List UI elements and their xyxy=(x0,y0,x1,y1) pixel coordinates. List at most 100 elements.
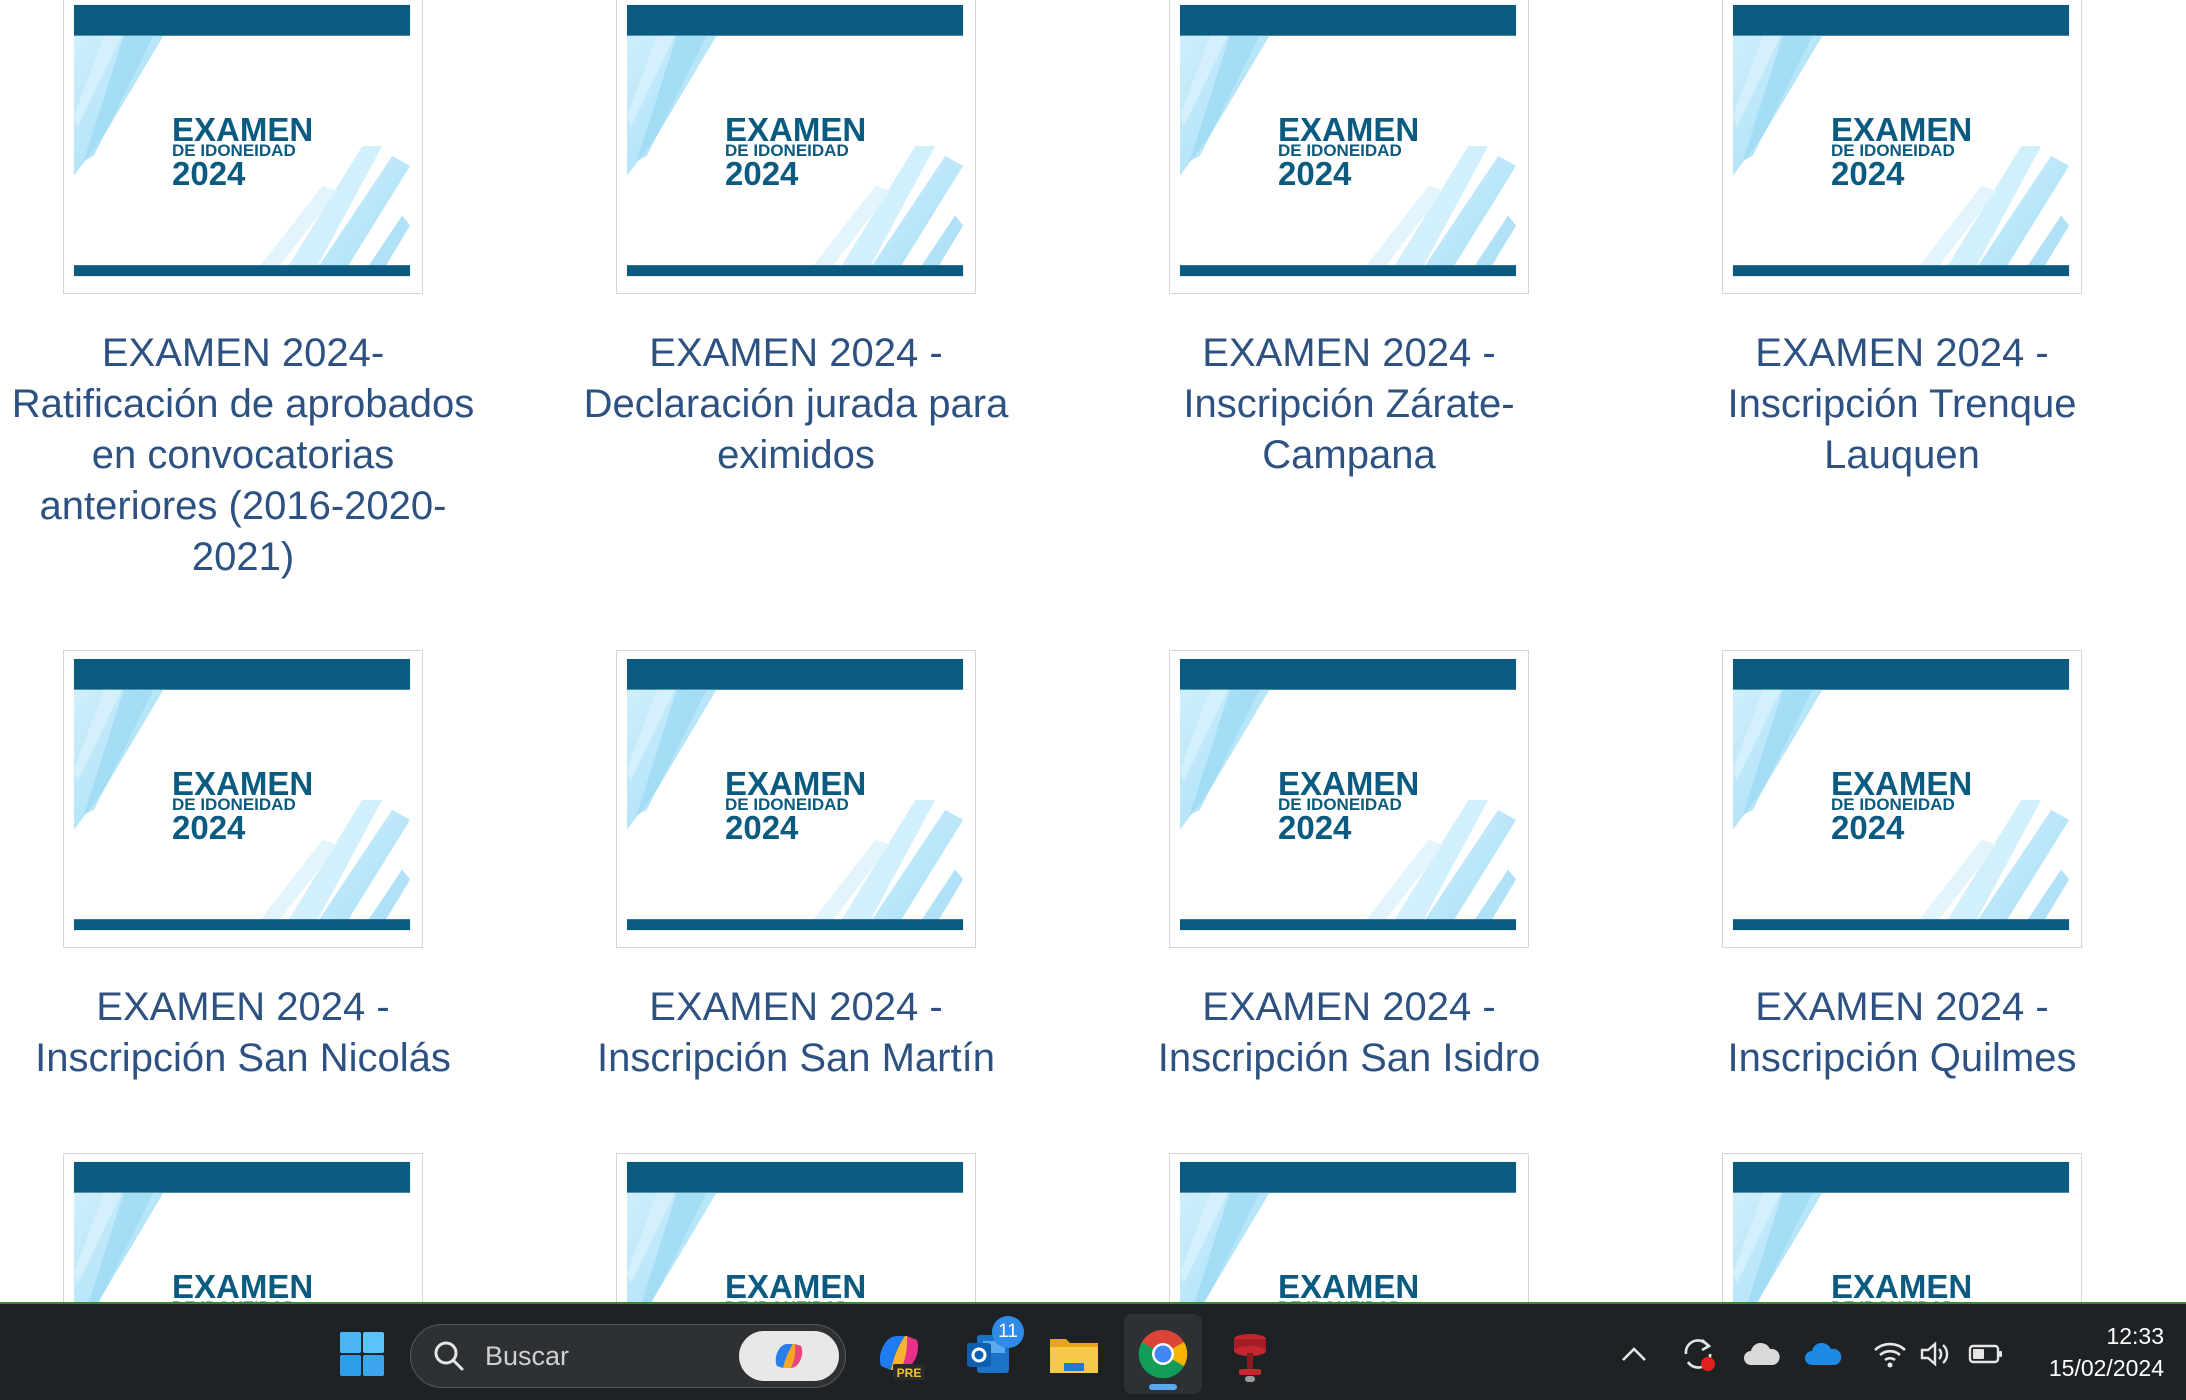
thumb-year: 2024 xyxy=(725,155,799,192)
volume-icon xyxy=(1920,1341,1949,1367)
clock-date: 15/02/2024 xyxy=(2048,1355,2164,1381)
card-title-link[interactable]: EXAMEN 2024 - Inscripción San Isidro xyxy=(1106,982,1592,1084)
thumb-top-band xyxy=(626,658,964,690)
card-title-line: EXAMEN 2024 - xyxy=(1202,985,1496,1029)
taskbar: Buscar PRE 11 12:33 15/02/2024 xyxy=(0,1302,2186,1400)
copilot-pre-icon: PRE xyxy=(879,1336,925,1380)
thumb-top-band xyxy=(626,4,964,36)
thumb-bottom-band xyxy=(1179,265,1517,277)
card-thumbnail[interactable]: EXAMENDE IDONEIDAD2024 xyxy=(63,650,423,948)
card-title-line: EXAMEN 2024 - xyxy=(96,985,390,1029)
card-title-link[interactable]: EXAMEN 2024- Ratificación de aprobados en … xyxy=(0,328,486,583)
page: EXAMEN DE IDONEIDAD 2024 EXAMEN 2024- Ratifi… xyxy=(0,0,2186,1400)
copilot-pre-button[interactable]: PRE xyxy=(864,1322,934,1386)
card-title-link[interactable]: EXAMEN 2024 - Inscripción Quilmes xyxy=(1659,982,2145,1084)
card-thumbnail[interactable]: EXAMENDE IDONEIDAD2024 xyxy=(1722,650,2082,948)
thumb-bottom-band xyxy=(1179,919,1517,931)
thumb-top-band xyxy=(1179,4,1517,36)
thumb-year: 2024 xyxy=(1831,155,1905,192)
card-title-link[interactable]: EXAMEN 2024 - Inscripción San Martín xyxy=(553,982,1039,1084)
card-title-line: Campana xyxy=(1262,433,1436,477)
card-thumbnail[interactable]: EXAMENDE IDONEIDAD2024 xyxy=(1169,0,1529,294)
card-title-line: Inscripción Quilmes xyxy=(1727,1036,2077,1080)
thumb-top-band xyxy=(1732,658,2070,690)
thumb-year: 2024 xyxy=(725,809,799,846)
clock-time: 12:33 xyxy=(2106,1323,2164,1349)
thumb-top-band xyxy=(626,1161,964,1193)
copilot-button[interactable] xyxy=(739,1331,839,1381)
outlook-button[interactable]: 11 xyxy=(956,1316,1024,1386)
thumb-year: 2024 xyxy=(172,155,246,192)
onedrive-button[interactable] xyxy=(1802,1330,1846,1378)
card-title-line: Inscripción San Isidro xyxy=(1157,1036,1541,1080)
chevron-up-icon xyxy=(1622,1347,1646,1361)
card-title-line: Inscripción Trenque xyxy=(1727,382,2077,426)
thumb-bottom-band xyxy=(1732,919,2070,931)
gavel-app-button[interactable] xyxy=(1218,1322,1282,1386)
thumb-year: 2024 xyxy=(1278,155,1352,192)
card-title-line: anteriores (2016-2020- xyxy=(39,484,447,528)
card-title-link[interactable]: EXAMEN 2024 - Declaración jurada para exim… xyxy=(553,328,1039,481)
sync-icon xyxy=(1684,1339,1715,1371)
thumb-top-band xyxy=(1732,4,2070,36)
card-thumbnail[interactable]: EXAMENDE IDONEIDAD2024 xyxy=(63,0,423,294)
file-explorer-button[interactable] xyxy=(1042,1322,1106,1386)
search-icon xyxy=(434,1341,464,1371)
onedrive-icon xyxy=(1805,1342,1842,1365)
network-button[interactable] xyxy=(1870,1332,1910,1376)
thumb-bottom-band xyxy=(73,919,411,931)
card-title-line: EXAMEN 2024 - xyxy=(1755,985,2049,1029)
card-title-line: EXAMEN 2024 - xyxy=(1202,331,1496,375)
show-hidden-icons-button[interactable] xyxy=(1614,1332,1654,1376)
card-title-line: Inscripción San Martín xyxy=(597,1036,995,1080)
chrome-icon xyxy=(1138,1329,1188,1379)
battery-button[interactable] xyxy=(1964,1332,2008,1376)
card-title-line: Declaración jurada para xyxy=(583,382,1009,426)
start-button[interactable] xyxy=(330,1322,394,1386)
thumb-top-band xyxy=(73,4,411,36)
card-title-line: 2021) xyxy=(191,535,295,579)
taskbar-clock[interactable]: 12:33 15/02/2024 xyxy=(2024,1320,2164,1384)
thumb-bottom-band xyxy=(1732,265,2070,277)
card-title-line: Ratificación de aprobados xyxy=(11,382,475,426)
sync-status-button[interactable] xyxy=(1676,1330,1720,1378)
card-title-link[interactable]: EXAMEN 2024 - Inscripción San Nicolás xyxy=(0,982,486,1084)
card-title-line: Lauquen xyxy=(1824,433,1980,477)
taskbar-search[interactable]: Buscar xyxy=(410,1324,846,1388)
card-title-line: Inscripción San Nicolás xyxy=(35,1036,451,1080)
card-title-link[interactable]: EXAMEN 2024 - Inscripción Zárate- Campana xyxy=(1106,328,1592,481)
card-title-line: eximidos xyxy=(717,433,875,477)
card-thumbnail[interactable]: EXAMENDE IDONEIDAD2024 xyxy=(616,650,976,948)
windows-start-icon xyxy=(340,1332,384,1376)
card-title-line: Inscripción Zárate- xyxy=(1183,382,1515,426)
wifi-icon xyxy=(1874,1342,1906,1368)
card-title-link[interactable]: EXAMEN 2024 - Inscripción Trenque Lauquen xyxy=(1659,328,2145,481)
thumb-year: 2024 xyxy=(1831,809,1905,846)
chrome-active-indicator xyxy=(1149,1384,1177,1390)
thumb-bottom-band xyxy=(626,265,964,277)
cloud-icon xyxy=(1744,1342,1780,1365)
thumb-top-band xyxy=(73,658,411,690)
thumb-top-band xyxy=(1179,1161,1517,1193)
battery-icon xyxy=(1968,1344,2002,1364)
gavel-app-icon xyxy=(1234,1334,1266,1375)
copilot-icon xyxy=(775,1344,803,1368)
thumb-top-band xyxy=(1179,658,1517,690)
card-thumbnail[interactable]: EXAMENDE IDONEIDAD2024 xyxy=(616,0,976,294)
search-input[interactable]: Buscar xyxy=(485,1341,569,1372)
chrome-button[interactable] xyxy=(1124,1314,1202,1394)
copilot-pre-badge: PRE xyxy=(897,1366,922,1380)
thumb-year: 2024 xyxy=(172,809,246,846)
thumb-year: 2024 xyxy=(1278,809,1352,846)
card-thumbnail[interactable]: EXAMENDE IDONEIDAD2024 xyxy=(1722,0,2082,294)
thumb-bottom-band xyxy=(73,265,411,277)
card-title-line: EXAMEN 2024 - xyxy=(649,331,943,375)
card-title-line: EXAMEN 2024 - xyxy=(649,985,943,1029)
volume-button[interactable] xyxy=(1916,1332,1956,1376)
thumb-top-band xyxy=(1732,1161,2070,1193)
card-title-line: en convocatorias xyxy=(91,433,395,477)
card-thumbnail[interactable]: EXAMENDE IDONEIDAD2024 xyxy=(1169,650,1529,948)
file-explorer-icon xyxy=(1050,1339,1098,1373)
cloud-button[interactable] xyxy=(1740,1330,1784,1378)
card-title-line: EXAMEN 2024- xyxy=(101,331,385,375)
